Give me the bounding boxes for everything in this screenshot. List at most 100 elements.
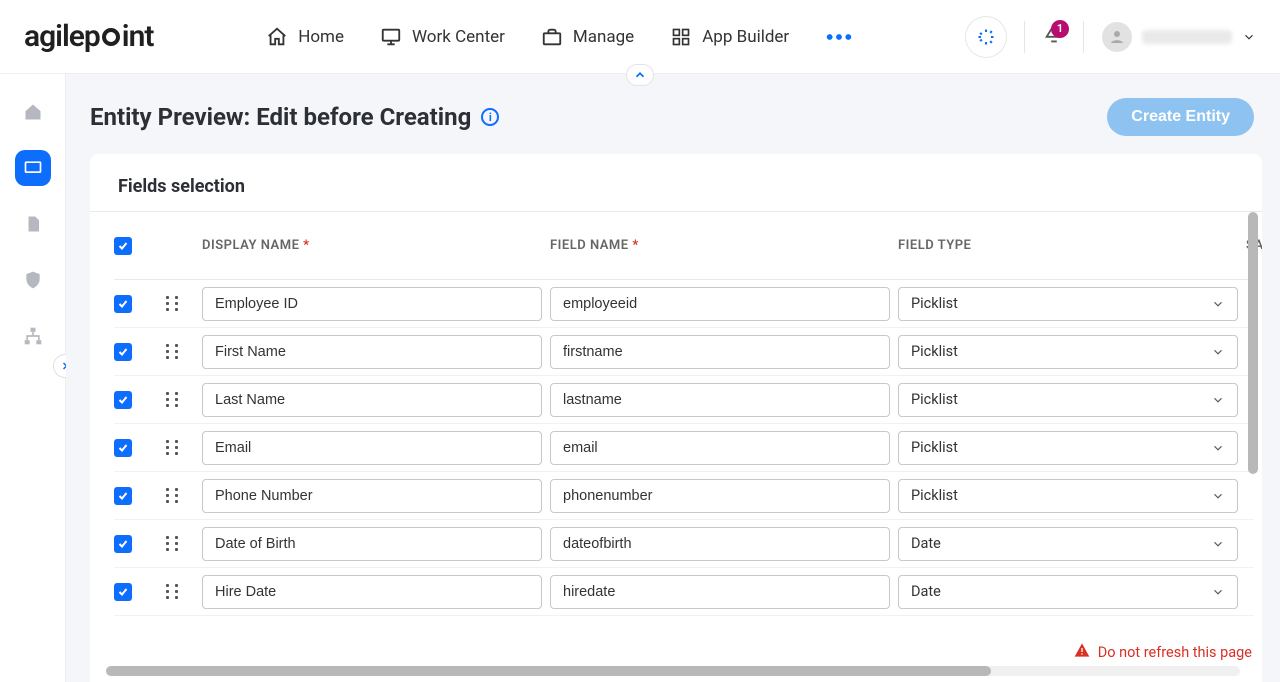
sidebar-item-security[interactable]	[15, 262, 51, 298]
drag-handle-icon[interactable]	[166, 344, 182, 360]
sidebar-item-files[interactable]	[15, 206, 51, 242]
monitor-icon	[380, 26, 402, 48]
horizontal-scrollbar[interactable]	[106, 666, 1240, 676]
display-name-input[interactable]	[202, 287, 542, 321]
chevron-down-icon	[1211, 345, 1225, 359]
top-nav: agilepint Home Work Center Manage App Bu…	[0, 0, 1280, 74]
user-menu[interactable]	[1102, 22, 1256, 52]
nav-appbuilder[interactable]: App Builder	[670, 26, 789, 48]
user-name	[1142, 30, 1232, 44]
display-name-input[interactable]	[202, 527, 542, 561]
row-checkbox[interactable]	[114, 487, 132, 505]
notification-badge: 1	[1051, 20, 1069, 38]
chevron-down-icon	[1211, 393, 1225, 407]
notifications-button[interactable]: 1	[1043, 24, 1065, 50]
sidebar-item-home[interactable]	[15, 94, 51, 130]
table-row: Picklist	[114, 280, 1254, 328]
chevron-down-icon	[1211, 441, 1225, 455]
grid-body: Picklist Picklist Picklist Picklist Picklist…	[114, 280, 1254, 616]
grid-icon	[670, 26, 692, 48]
chevron-down-icon	[1211, 489, 1225, 503]
drag-handle-icon[interactable]	[166, 392, 182, 408]
spinner-button[interactable]	[966, 17, 1006, 57]
refresh-warning-text: Do not refresh this page	[1098, 644, 1252, 661]
sidebar-item-workflow[interactable]	[15, 318, 51, 354]
row-checkbox[interactable]	[114, 535, 132, 553]
drag-handle-icon[interactable]	[166, 488, 182, 504]
separator	[1024, 21, 1025, 53]
vertical-scrollbar[interactable]	[1248, 212, 1258, 664]
logo-dot-icon	[102, 28, 120, 46]
row-checkbox[interactable]	[114, 439, 132, 457]
row-checkbox[interactable]	[114, 583, 132, 601]
table-row: Picklist	[114, 328, 1254, 376]
display-name-input[interactable]	[202, 335, 542, 369]
display-name-input[interactable]	[202, 431, 542, 465]
sidebar-item-entities[interactable]	[15, 150, 51, 186]
table-row: Date	[114, 520, 1254, 568]
fields-grid: DISPLAY NAME FIELD NAME FIELD TYPE SAMPL…	[90, 212, 1262, 682]
chevron-down-icon	[1211, 297, 1225, 311]
nav-appbuilder-label: App Builder	[702, 27, 789, 47]
page-title-text: Entity Preview: Edit before Creating	[90, 103, 471, 131]
page-header: Entity Preview: Edit before Creating i C…	[90, 98, 1262, 136]
sidebar	[0, 74, 66, 682]
refresh-warning: Do not refresh this page	[1074, 642, 1252, 662]
grid-header: DISPLAY NAME FIELD NAME FIELD TYPE SAMPL…	[114, 212, 1254, 280]
drag-handle-icon[interactable]	[166, 584, 182, 600]
field-name-input[interactable]	[550, 575, 890, 609]
info-icon[interactable]: i	[481, 108, 499, 126]
nav-home[interactable]: Home	[266, 26, 344, 48]
table-row: Date	[114, 568, 1254, 616]
field-type-select[interactable]: Picklist	[898, 287, 1238, 321]
briefcase-icon	[541, 26, 563, 48]
field-name-input[interactable]	[550, 383, 890, 417]
col-field-type: FIELD TYPE	[898, 238, 1238, 253]
avatar-icon	[1102, 22, 1132, 52]
field-type-select[interactable]: Picklist	[898, 335, 1238, 369]
display-name-input[interactable]	[202, 383, 542, 417]
panel-title: Fields selection	[90, 154, 1262, 212]
collapse-nav-button[interactable]	[626, 64, 654, 86]
chevron-down-icon	[1211, 585, 1225, 599]
field-name-input[interactable]	[550, 431, 890, 465]
field-name-input[interactable]	[550, 335, 890, 369]
display-name-input[interactable]	[202, 575, 542, 609]
drag-handle-icon[interactable]	[166, 536, 182, 552]
field-name-input[interactable]	[550, 287, 890, 321]
nav-workcenter-label: Work Center	[412, 27, 505, 47]
display-name-input[interactable]	[202, 479, 542, 513]
field-type-select[interactable]: Date	[898, 527, 1238, 561]
field-type-select[interactable]: Picklist	[898, 431, 1238, 465]
row-checkbox[interactable]	[114, 343, 132, 361]
row-checkbox[interactable]	[114, 391, 132, 409]
drag-handle-icon[interactable]	[166, 440, 182, 456]
nav-center: Home Work Center Manage App Builder	[153, 26, 966, 48]
create-entity-button[interactable]: Create Entity	[1107, 98, 1254, 136]
nav-more[interactable]	[825, 26, 853, 48]
nav-workcenter[interactable]: Work Center	[380, 26, 505, 48]
nav-right: 1	[966, 17, 1256, 57]
field-type-select[interactable]: Date	[898, 575, 1238, 609]
field-type-select[interactable]: Picklist	[898, 383, 1238, 417]
shell: Entity Preview: Edit before Creating i C…	[0, 74, 1280, 682]
nav-home-label: Home	[298, 27, 344, 47]
separator	[1083, 21, 1084, 53]
nav-manage[interactable]: Manage	[541, 26, 634, 48]
select-all-checkbox[interactable]	[114, 237, 132, 255]
field-name-input[interactable]	[550, 527, 890, 561]
field-name-input[interactable]	[550, 479, 890, 513]
home-icon	[266, 26, 288, 48]
drag-handle-icon[interactable]	[166, 296, 182, 312]
row-checkbox[interactable]	[114, 295, 132, 313]
chevron-down-icon	[1211, 537, 1225, 551]
brand-logo: agilepint	[24, 19, 153, 54]
chevron-down-icon	[1242, 30, 1256, 44]
col-display-name: DISPLAY NAME	[202, 238, 542, 253]
table-row: Picklist	[114, 376, 1254, 424]
table-row: Picklist	[114, 472, 1254, 520]
warning-icon	[1074, 642, 1090, 662]
field-type-select[interactable]: Picklist	[898, 479, 1238, 513]
fields-panel: Fields selection DISPLAY NAME FIELD NAME…	[90, 154, 1262, 682]
page-title: Entity Preview: Edit before Creating i	[90, 103, 499, 131]
